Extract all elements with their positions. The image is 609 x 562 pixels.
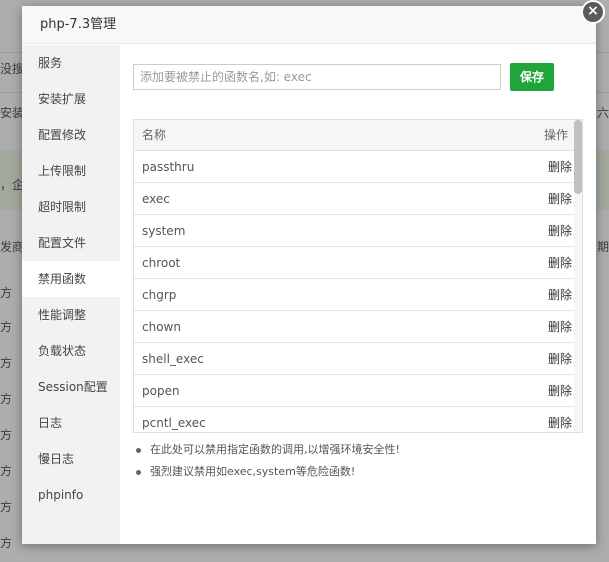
sidebar-item-log[interactable]: 日志 [22, 405, 120, 441]
function-name: shell_exec [142, 352, 204, 366]
function-name: chown [142, 320, 181, 334]
tip-item: 强烈建议禁用如exec,system等危险函数! [134, 461, 400, 483]
function-name: popen [142, 384, 180, 398]
column-header-name: 名称 [142, 128, 167, 142]
sidebar-item-phpinfo[interactable]: phpinfo [22, 477, 120, 513]
sidebar-item-timeout-limit[interactable]: 超时限制 [22, 189, 120, 225]
sidebar-menu: 服务 安装扩展 配置修改 上传限制 超时限制 配置文件 禁用函数 性能调整 负载… [22, 45, 120, 544]
delete-link[interactable]: 删除 [548, 247, 572, 279]
close-icon[interactable]: × [581, 0, 605, 24]
delete-link[interactable]: 删除 [548, 183, 572, 215]
delete-link[interactable]: 删除 [548, 407, 572, 432]
disabled-functions-table: 名称 操作 passthru 删除 exec 删除 system 删除 chro… [133, 119, 583, 433]
sidebar-item-load-status[interactable]: 负载状态 [22, 333, 120, 369]
table-row: shell_exec 删除 [134, 343, 582, 375]
delete-link[interactable]: 删除 [548, 279, 572, 311]
sidebar-item-install-extension[interactable]: 安装扩展 [22, 81, 120, 117]
delete-link[interactable]: 删除 [548, 151, 572, 183]
column-header-action: 操作 [543, 128, 568, 142]
sidebar-item-config-edit[interactable]: 配置修改 [22, 117, 120, 153]
php-manager-dialog: php-7.3管理 服务 安装扩展 配置修改 上传限制 超时限制 配置文件 禁用… [22, 6, 596, 544]
sidebar-item-slow-log[interactable]: 慢日志 [22, 441, 120, 477]
tip-item: 在此处可以禁用指定函数的调用,以增强环境安全性! [134, 439, 400, 461]
table-row: chgrp 删除 [134, 279, 582, 311]
sidebar-item-service[interactable]: 服务 [22, 45, 120, 81]
scrollbar-thumb[interactable] [574, 120, 582, 194]
delete-link[interactable]: 删除 [548, 343, 572, 375]
dialog-title: php-7.3管理 [22, 6, 596, 44]
delete-link[interactable]: 删除 [548, 311, 572, 343]
sidebar-item-performance[interactable]: 性能调整 [22, 297, 120, 333]
function-name-input[interactable] [133, 64, 501, 90]
delete-link[interactable]: 删除 [548, 375, 572, 407]
function-name: exec [142, 192, 170, 206]
sidebar-item-upload-limit[interactable]: 上传限制 [22, 153, 120, 189]
sidebar-item-disabled-functions[interactable]: 禁用函数 [22, 261, 120, 297]
tips-list: 在此处可以禁用指定函数的调用,以增强环境安全性! 强烈建议禁用如exec,sys… [134, 439, 400, 483]
table-scrollbar[interactable] [574, 120, 582, 432]
function-name: chgrp [142, 288, 177, 302]
delete-link[interactable]: 删除 [548, 215, 572, 247]
table-row: chroot 删除 [134, 247, 582, 279]
function-name: system [142, 224, 186, 238]
table-row: passthru 删除 [134, 151, 582, 183]
function-name: passthru [142, 160, 195, 174]
function-name: pcntl_exec [142, 416, 206, 430]
table-row: chown 删除 [134, 311, 582, 343]
sidebar-item-config-file[interactable]: 配置文件 [22, 225, 120, 261]
disabled-functions-panel: 保存 名称 操作 passthru 删除 exec 删除 system 删除 c… [120, 45, 596, 544]
save-button[interactable]: 保存 [510, 63, 554, 91]
table-header: 名称 操作 [134, 120, 582, 151]
function-name: chroot [142, 256, 181, 270]
sidebar-item-session-config[interactable]: Session配置 [22, 369, 120, 405]
table-row: popen 删除 [134, 375, 582, 407]
table-row: system 删除 [134, 215, 582, 247]
table-row: exec 删除 [134, 183, 582, 215]
table-row: pcntl_exec 删除 [134, 407, 582, 432]
